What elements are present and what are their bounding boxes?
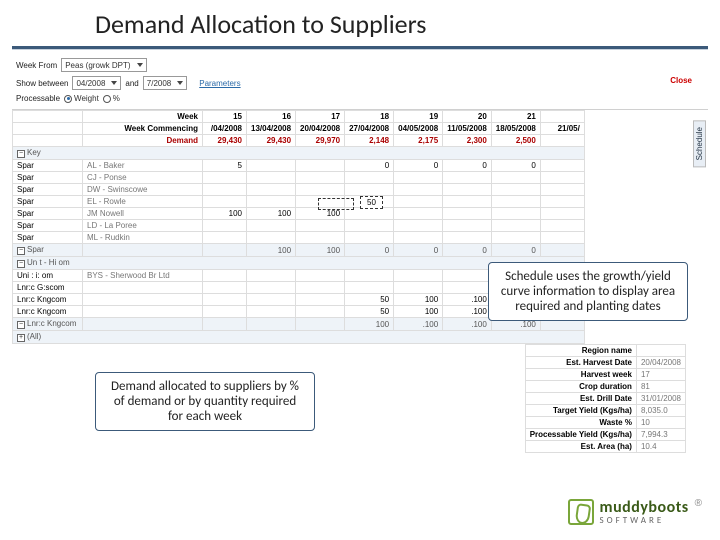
brand-sub: SOFTWARE (600, 515, 689, 526)
date-to-value: 7/2008 (147, 79, 171, 88)
week-from-label: Week From (16, 61, 57, 70)
collapse-icon[interactable]: − (17, 247, 25, 255)
toolbar-row-3: Processable Weight % (0, 92, 720, 105)
schedule-tab[interactable]: Schedule (693, 120, 706, 167)
toolbar-row-1: Week From Peas (growk DPT) (0, 56, 720, 74)
table-header-dates: Week Commencing /04/2008 13/04/2008 20/0… (13, 123, 585, 135)
radio-weight[interactable]: Weight (64, 94, 99, 103)
group-total-spar: −Spar1001000000 (13, 244, 585, 257)
table-row: SparLD - La Poree (13, 220, 585, 232)
expand-icon[interactable]: + (17, 334, 25, 342)
radio-percent[interactable]: % (103, 94, 120, 103)
group-key: −Key (13, 147, 585, 160)
chevron-down-icon (177, 81, 183, 85)
table-row: SparML - Rudkin (13, 232, 585, 244)
date-from-select[interactable]: 04/2008 (72, 76, 121, 90)
table-header-weeks: Week 15 16 17 18 19 20 21 (13, 111, 585, 123)
divider-light (12, 49, 708, 50)
page-title: Demand Allocation to Suppliers (0, 0, 720, 40)
table-row: SparDW - Swinscowe (13, 184, 585, 196)
processable-label: Processable (16, 94, 60, 103)
cell-highlight (318, 198, 354, 210)
group-all: +(All) (13, 331, 585, 344)
collapse-icon[interactable]: − (17, 321, 25, 329)
schedule-info-table: Region name Est. Harvest Date20/04/2008 … (525, 344, 686, 453)
date-from-value: 04/2008 (76, 79, 105, 88)
callout-demand: Demand allocated to suppliers by % of de… (95, 372, 315, 431)
collapse-icon[interactable]: − (17, 150, 25, 158)
show-between-label: Show between (16, 79, 68, 88)
date-to-select[interactable]: 7/2008 (143, 76, 187, 90)
table-row: SparJM Nowell100100100 (13, 208, 585, 220)
brand-logo: muddyboots SOFTWARE ® (568, 498, 702, 526)
callout-schedule: Schedule uses the growth/yield curve inf… (488, 262, 688, 321)
chevron-down-icon (111, 81, 117, 85)
table-row: SparAL - Baker50000 (13, 160, 585, 172)
and-label: and (125, 79, 138, 88)
table-row: SparEL - Rowle (13, 196, 585, 208)
table-row-demand: Demand 29,430 29,430 29,970 2,148 2,175 … (13, 135, 585, 147)
collapse-icon[interactable]: − (17, 260, 25, 268)
chevron-down-icon (137, 63, 143, 67)
cell-highlight-caption: 50 (360, 196, 383, 209)
registered-icon: ® (695, 498, 702, 509)
week-from-select[interactable]: Peas (growk DPT) (61, 58, 146, 72)
parameters-link[interactable]: Parameters (199, 79, 240, 88)
boot-icon (568, 499, 594, 525)
close-button[interactable]: Close (670, 76, 692, 85)
week-from-value: Peas (growk DPT) (65, 61, 130, 70)
table-row: SparCJ - Ponse (13, 172, 585, 184)
toolbar-row-2: Show between 04/2008 and 7/2008 Paramete… (0, 74, 720, 92)
